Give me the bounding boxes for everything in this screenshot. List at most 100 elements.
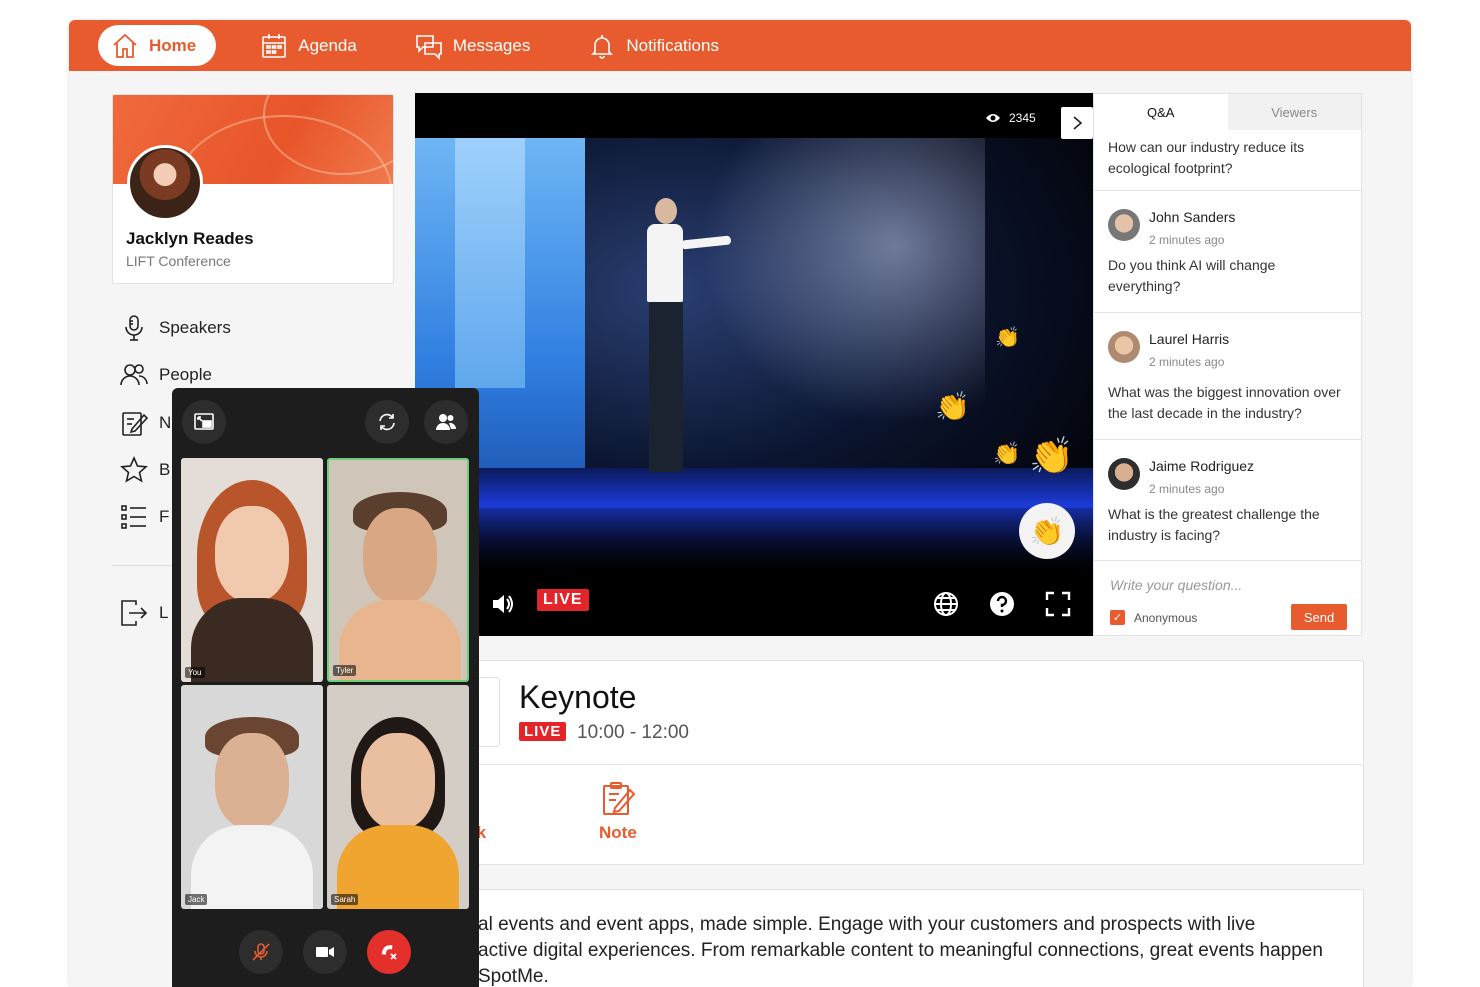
clap-reaction: 👏 — [993, 441, 1021, 466]
logout-icon — [121, 600, 148, 626]
picture-in-picture-button[interactable] — [182, 400, 226, 444]
sidebar-item-label: Speakers — [159, 318, 231, 337]
session-title: Keynote — [519, 679, 637, 715]
description-line: active digital experiences. From remarka… — [478, 940, 1323, 961]
participant-tile-you[interactable]: You — [181, 458, 323, 682]
qa-question[interactable]: Laurel Harris 2 minutes ago What was the… — [1094, 313, 1361, 440]
sidebar-item-feed[interactable]: F — [120, 503, 169, 531]
volume-icon[interactable] — [488, 589, 518, 619]
stage-video: 👏 👏 👏 👏 — [415, 138, 1093, 574]
profile-name: Jacklyn Reades — [126, 229, 254, 248]
nav-agenda-label: Agenda — [298, 35, 357, 55]
tab-viewers[interactable]: Viewers — [1228, 94, 1362, 130]
avatar — [1108, 458, 1140, 490]
sidebar-item-label: L — [159, 603, 169, 622]
fullscreen-icon[interactable] — [1043, 589, 1073, 619]
video-camera-icon — [316, 947, 334, 957]
nav-agenda[interactable]: Agenda — [246, 25, 371, 66]
qa-question[interactable]: John Sanders 2 minutes ago Do you think … — [1094, 191, 1361, 313]
qa-question[interactable]: How can our industry reduce its ecologic… — [1094, 130, 1361, 191]
people-icon — [120, 364, 148, 386]
pip-icon — [194, 413, 214, 430]
calendar-icon — [262, 33, 287, 58]
nav-notifications[interactable]: Notifications — [574, 25, 733, 66]
sidebar-item-label: F — [159, 507, 170, 526]
participant-label: Tyler — [333, 665, 357, 676]
list-icon — [121, 505, 146, 529]
switch-camera-button[interactable] — [365, 400, 409, 444]
app-window: Home Agenda Messages Notifications Jackl… — [69, 20, 1411, 987]
eye-icon — [986, 114, 1000, 122]
chevron-right-icon — [1073, 116, 1083, 130]
sidebar-item-bookmarks[interactable]: B — [120, 456, 170, 484]
reaction-button[interactable]: 👏 — [1019, 503, 1075, 559]
qa-question-text: Do you think AI will change everything? — [1108, 257, 1276, 294]
sidebar-item-speakers[interactable]: Speakers — [120, 314, 231, 342]
anonymous-toggle[interactable]: ✓ Anonymous — [1110, 610, 1197, 625]
session-card: N Keynote LIVE 10:00 - 12:00 kmark Note — [415, 660, 1364, 865]
tab-qa[interactable]: Q&A — [1094, 94, 1228, 130]
top-nav: Home Agenda Messages Notifications — [69, 20, 1411, 71]
description-card: al events and event apps, made simple. E… — [415, 889, 1364, 987]
qa-question-text: What is the greatest challenge the indus… — [1108, 506, 1320, 543]
avatar — [127, 145, 203, 221]
qa-question[interactable]: Jaime Rodriguez 2 minutes ago What is th… — [1094, 440, 1361, 561]
stage-screen-highlight — [455, 138, 525, 388]
video-player[interactable]: 👏 👏 👏 👏 2345 👏 LIVE — [415, 93, 1093, 636]
participant-label: Jack — [185, 894, 208, 905]
collapse-panel-button[interactable] — [1061, 107, 1093, 139]
profile-card[interactable]: Jacklyn Reades LIFT Conference — [112, 94, 394, 284]
participant-label: Sarah — [331, 894, 359, 905]
send-button[interactable]: Send — [1291, 604, 1347, 630]
nav-messages-label: Messages — [452, 35, 531, 55]
participant-tile-jack[interactable]: Jack — [181, 685, 323, 909]
qa-timestamp: 2 minutes ago — [1149, 482, 1225, 496]
question-input[interactable]: Write your question... — [1110, 577, 1242, 593]
participant-tile-sarah[interactable]: Sarah — [327, 685, 469, 909]
participants-button[interactable] — [424, 400, 468, 444]
sidebar-item-notes[interactable]: N — [120, 409, 171, 437]
mute-button[interactable] — [239, 930, 283, 974]
qa-author: Jaime Rodriguez — [1149, 458, 1255, 474]
qa-tabs: Q&A Viewers — [1094, 94, 1361, 130]
note-button[interactable]: Note — [599, 781, 637, 843]
end-call-icon — [381, 945, 397, 960]
session-time: 10:00 - 12:00 — [577, 722, 689, 743]
bell-icon — [591, 34, 614, 59]
mic-off-icon — [252, 943, 270, 961]
note-icon — [602, 782, 636, 815]
checkbox-checked-icon[interactable]: ✓ — [1110, 610, 1125, 625]
end-call-button[interactable] — [367, 930, 411, 974]
player-controls — [415, 574, 1093, 636]
video-call-panel: You Tyler Jack Sarah — [172, 388, 479, 987]
participant-tile-tyler[interactable]: Tyler — [327, 458, 469, 682]
globe-icon[interactable] — [931, 589, 961, 619]
clap-reaction: 👏 — [1029, 435, 1074, 476]
messages-icon — [416, 34, 442, 60]
star-icon — [120, 456, 148, 483]
nav-home[interactable]: Home — [98, 25, 217, 66]
avatar — [1108, 209, 1140, 241]
sidebar-item-label: N — [159, 413, 172, 432]
sidebar-item-logout[interactable]: L — [120, 599, 168, 627]
viewer-count-value: 2345 — [1009, 111, 1036, 125]
clap-icon: 👏 — [1029, 515, 1065, 547]
home-icon — [113, 33, 137, 58]
camera-button[interactable] — [303, 930, 347, 974]
anonymous-label: Anonymous — [1134, 610, 1198, 625]
qa-question-text: What was the biggest innovation over the… — [1108, 384, 1341, 421]
help-icon[interactable] — [987, 589, 1017, 619]
note-label: Note — [599, 823, 637, 842]
nav-messages[interactable]: Messages — [401, 25, 544, 66]
qa-author: Laurel Harris — [1149, 331, 1230, 347]
description-line: SpotMe. — [478, 966, 549, 987]
refresh-icon — [379, 413, 395, 431]
qa-timestamp: 2 minutes ago — [1149, 355, 1225, 369]
clap-reaction: 👏 — [995, 327, 1020, 349]
clap-reaction: 👏 — [935, 391, 970, 422]
sidebar-item-people[interactable]: People — [120, 361, 212, 389]
live-badge: LIVE — [537, 589, 589, 611]
session-divider — [416, 764, 1363, 765]
nav-notifications-label: Notifications — [626, 35, 719, 55]
stage-crowd — [415, 508, 1093, 574]
